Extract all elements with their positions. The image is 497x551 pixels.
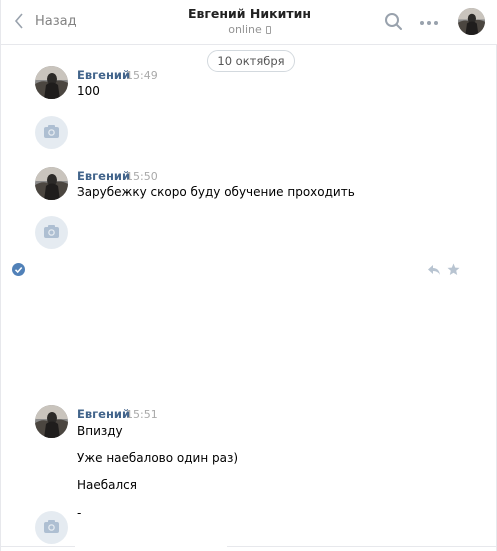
avatar[interactable]: [35, 66, 68, 99]
message-time[interactable]: 15:50: [126, 170, 158, 183]
message-text: Наебался: [77, 478, 137, 492]
select-check-icon[interactable]: [12, 263, 25, 276]
divider-gap: [75, 546, 227, 551]
more-icon[interactable]: [419, 13, 439, 33]
avatar[interactable]: [35, 167, 68, 200]
message-time[interactable]: 15:51: [126, 408, 158, 421]
star-icon[interactable]: [447, 263, 460, 276]
reply-icon[interactable]: [427, 264, 441, 276]
message-text: Впизду: [77, 424, 123, 438]
avatar[interactable]: [35, 405, 68, 438]
date-separator: 10 октября: [207, 50, 295, 72]
camera-icon: [44, 125, 59, 138]
message-text: -: [77, 506, 82, 520]
contact-avatar[interactable]: [458, 8, 485, 35]
message-text: Уже наебалово один раз): [77, 451, 239, 465]
status-text: online: [228, 23, 262, 36]
mobile-icon: [265, 26, 271, 34]
photo-placeholder[interactable]: [35, 216, 68, 249]
message-text: 100: [77, 84, 100, 98]
camera-icon: [44, 520, 59, 533]
message-time[interactable]: 15:49: [126, 69, 158, 82]
photo-placeholder[interactable]: [35, 511, 68, 544]
message-author[interactable]: Евгений: [77, 407, 130, 421]
camera-icon: [44, 225, 59, 238]
search-icon[interactable]: [384, 12, 404, 32]
chat-header: Назад Евгений Никитин online: [1, 0, 497, 45]
message-author[interactable]: Евгений: [77, 169, 130, 183]
photo-placeholder[interactable]: [35, 116, 68, 149]
message-author[interactable]: Евгений: [77, 68, 130, 82]
chat-window: Назад Евгений Никитин online 10 октября: [0, 0, 497, 551]
message-text: Зарубежку скоро буду обучение проходить: [77, 185, 355, 199]
